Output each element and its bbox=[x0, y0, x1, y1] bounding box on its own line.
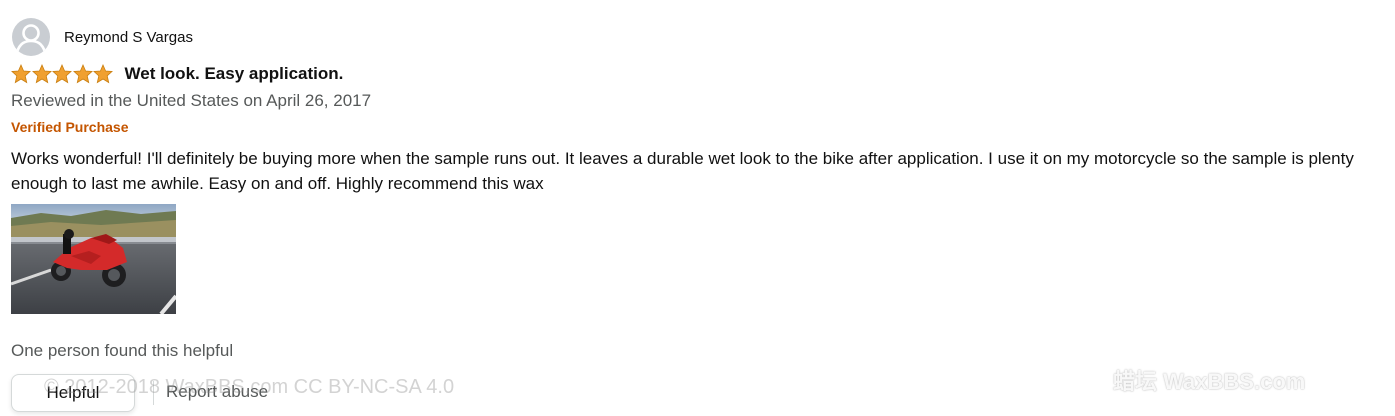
star-icon bbox=[52, 64, 72, 84]
review-photo[interactable] bbox=[11, 204, 176, 314]
watermark-right: 蜡坛 WaxBBS.com bbox=[1113, 369, 1306, 394]
star-rating[interactable] bbox=[11, 64, 114, 84]
review-title-row: Wet look. Easy application. bbox=[11, 64, 343, 84]
reviewer-profile[interactable]: Reymond S Vargas bbox=[12, 18, 193, 56]
review-title[interactable]: Wet look. Easy application. bbox=[125, 64, 344, 84]
review-date: Reviewed in the United States on April 2… bbox=[11, 91, 372, 110]
default-avatar-icon[interactable] bbox=[12, 18, 50, 56]
report-abuse-link[interactable]: Report abuse bbox=[166, 382, 268, 402]
divider bbox=[153, 381, 154, 405]
reviewer-name[interactable]: Reymond S Vargas bbox=[64, 29, 193, 46]
star-icon bbox=[11, 64, 31, 84]
review-body: Works wonderful! I'll definitely be buyi… bbox=[11, 149, 1354, 193]
helpful-button[interactable]: Helpful bbox=[11, 374, 135, 412]
star-icon bbox=[72, 64, 93, 84]
review-card: Reymond S Vargas Wet look. Easy applicat… bbox=[0, 0, 1395, 416]
helpful-count: One person found this helpful bbox=[11, 341, 234, 360]
verified-purchase-badge: Verified Purchase bbox=[11, 119, 129, 135]
star-icon bbox=[93, 64, 113, 84]
star-icon bbox=[31, 64, 52, 84]
